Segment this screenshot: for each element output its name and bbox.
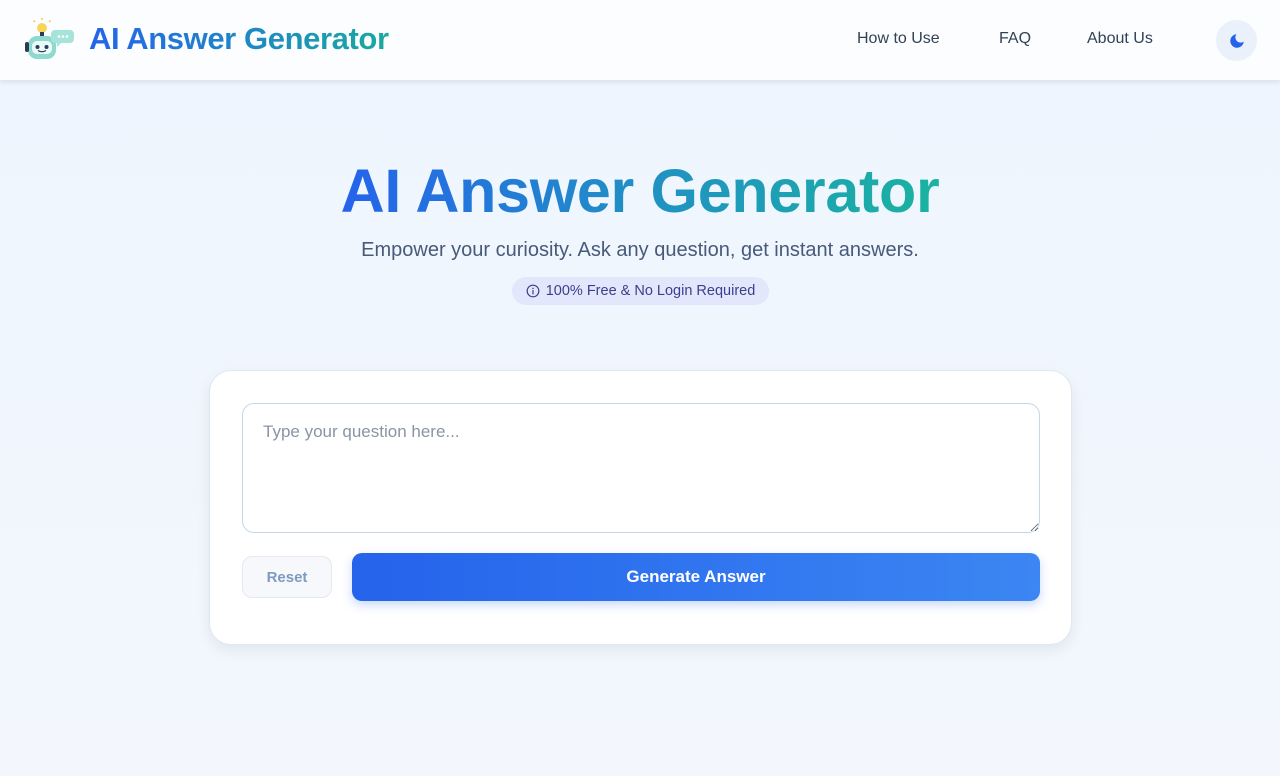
generate-answer-button[interactable]: Generate Answer [352, 553, 1040, 601]
hero-subtitle: Empower your curiosity. Ask any question… [361, 239, 919, 261]
nav-how-to-use[interactable]: How to Use [857, 30, 940, 48]
brand-title[interactable]: AI Answer Generator [89, 21, 389, 57]
theme-toggle-button[interactable] [1216, 20, 1257, 61]
moon-icon [1229, 33, 1244, 48]
free-badge: 100% Free & No Login Required [512, 277, 769, 305]
nav-about-us[interactable]: About Us [1087, 30, 1153, 48]
hero-title: AI Answer Generator [0, 158, 1280, 224]
nav-faq[interactable]: FAQ [999, 30, 1031, 48]
robot-chat-icon[interactable] [22, 18, 74, 64]
site-header: AI Answer Generator How to Use FAQ About… [0, 0, 1280, 81]
reset-button[interactable]: Reset [242, 556, 332, 598]
question-card: Reset Generate Answer [209, 370, 1072, 645]
hero-title-text: AI Answer Generator [340, 157, 940, 225]
info-icon [526, 284, 540, 298]
badge-text: 100% Free & No Login Required [545, 283, 756, 299]
question-input[interactable] [242, 403, 1040, 533]
